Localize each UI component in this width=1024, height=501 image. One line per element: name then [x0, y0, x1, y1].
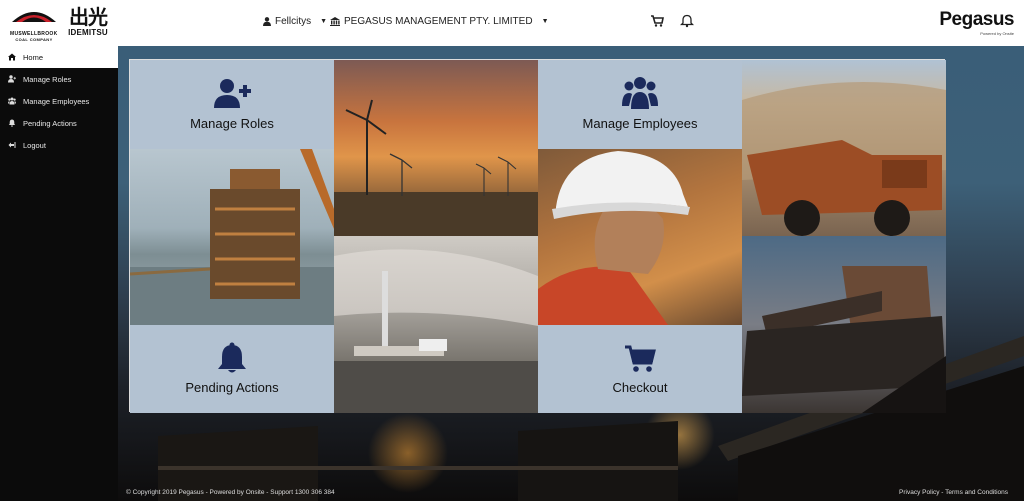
pegasus-brand-name: Pegasus [939, 9, 1014, 30]
pegasus-powered-by: Powered by Onsite [980, 31, 1014, 36]
sidebar-item-logout[interactable]: Logout [0, 134, 118, 156]
excavator-shape [742, 266, 946, 413]
sidebar-item-manage-employees[interactable]: Manage Employees [0, 90, 118, 112]
bell-icon [8, 119, 16, 127]
bell-icon[interactable] [680, 14, 694, 28]
user-icon [263, 17, 271, 26]
offshore-rig-shape [130, 149, 334, 325]
idemitsu-kanji: 出光 [69, 5, 108, 29]
logout-icon [8, 142, 16, 148]
top-header: MUSWELLBROOK COAL COMPANY 出光 IDEMITSU Fe… [0, 0, 1024, 46]
sidebar-item-manage-roles[interactable]: Manage Roles [0, 68, 118, 90]
home-icon [8, 53, 16, 61]
tile-label: Manage Roles [190, 116, 274, 131]
user-name: Fellcitys [275, 16, 312, 27]
footer-links[interactable]: Privacy Policy - Terms and Conditions [899, 489, 1008, 496]
sidebar-item-label: Manage Employees [23, 96, 90, 106]
worker-shape [538, 151, 690, 325]
photo-offshore-rig [130, 149, 334, 325]
dashboard-tile-grid: Manage Roles Pending Actions Manage Empl… [129, 59, 946, 413]
sidebar-item-label: Home [23, 52, 44, 62]
users-icon [622, 77, 658, 109]
users-icon [8, 97, 16, 105]
user-menu[interactable]: Fellcitys ▼ [263, 16, 327, 27]
chevron-down-icon: ▼ [541, 18, 549, 25]
tile-label: Pending Actions [185, 380, 279, 395]
sidebar: Home Manage Roles Manage Employees Pendi… [0, 46, 118, 501]
tile-label: Manage Employees [582, 116, 698, 131]
wind-turbines-shape [334, 99, 538, 236]
tile-pending-actions[interactable]: Pending Actions [130, 325, 334, 413]
photo-wind-farm [334, 60, 538, 236]
logo-line-2: COAL COMPANY [15, 37, 53, 42]
sidebar-item-label: Manage Roles [23, 74, 72, 84]
user-plus-icon [214, 79, 251, 108]
haul-truck-shape [742, 82, 946, 236]
tile-manage-employees[interactable]: Manage Employees [538, 60, 742, 149]
pegasus-logo[interactable]: Pegasus Powered by Onsite [939, 9, 1014, 37]
chevron-down-icon: ▼ [320, 18, 328, 25]
organisation-name: PEGASUS MANAGEMENT PTY. LIMITED [344, 16, 533, 27]
idemitsu-logo[interactable]: 出光 IDEMITSU [66, 6, 110, 42]
photo-drill-rig [334, 236, 538, 413]
building-icon [330, 17, 340, 26]
sidebar-item-label: Logout [23, 140, 46, 150]
photo-worker-hard-hat [538, 149, 742, 325]
cart-icon[interactable] [650, 14, 664, 28]
bell-icon [218, 342, 246, 373]
sidebar-item-home[interactable]: Home [0, 46, 118, 68]
tile-label: Checkout [612, 380, 668, 395]
sidebar-item-pending-actions[interactable]: Pending Actions [0, 112, 118, 134]
organisation-menu[interactable]: PEGASUS MANAGEMENT PTY. LIMITED ▼ [330, 16, 549, 27]
sidebar-item-label: Pending Actions [23, 118, 77, 128]
cart-icon [625, 345, 656, 372]
drill-rig-shape [334, 249, 538, 413]
tile-checkout[interactable]: Checkout [538, 325, 742, 413]
muswellbrook-logo-mark-icon [12, 12, 56, 22]
idemitsu-brand: IDEMITSU [68, 28, 108, 37]
tile-manage-roles[interactable]: Manage Roles [130, 60, 334, 149]
footer-copyright: © Copyright 2019 Pegasus - Powered by On… [126, 489, 335, 496]
muswellbrook-logo[interactable]: MUSWELLBROOK COAL COMPANY [10, 6, 62, 42]
user-plus-icon [8, 75, 16, 83]
photo-haul-truck [742, 60, 946, 236]
photo-mining-excavator [742, 236, 946, 413]
